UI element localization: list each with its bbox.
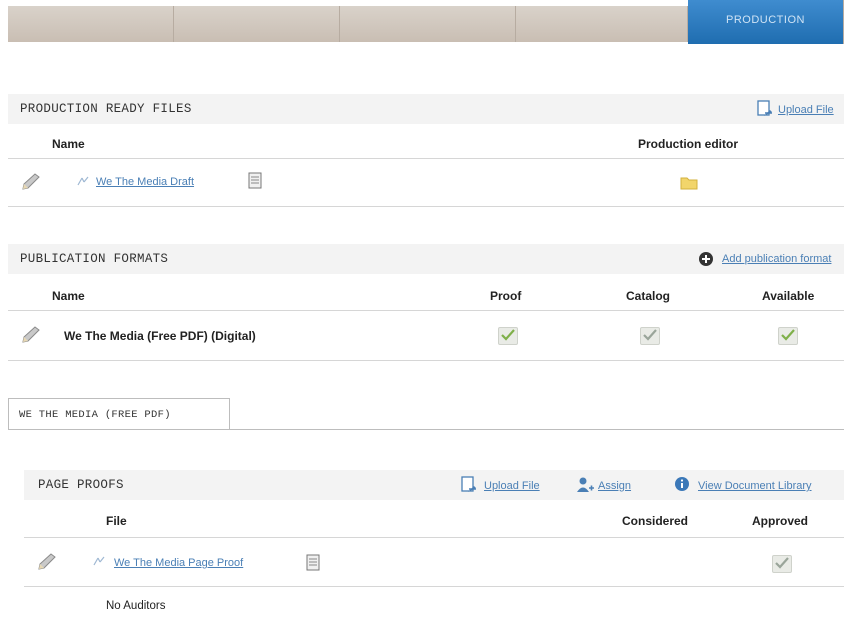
divider — [24, 537, 844, 538]
divider — [8, 206, 844, 207]
notes-icon[interactable] — [306, 554, 320, 576]
column-approved: Approved — [752, 514, 809, 528]
upload-file-link[interactable]: Upload File — [778, 104, 834, 116]
divider — [8, 158, 844, 159]
upload-file-icon[interactable] — [756, 100, 774, 123]
divider — [8, 360, 844, 361]
file-type-icon — [92, 555, 108, 574]
catalog-checkbox[interactable] — [640, 327, 660, 345]
tab-production[interactable]: PRODUCTION — [688, 0, 844, 44]
divider — [24, 586, 844, 587]
section-title: PRODUCTION READY FILES — [20, 102, 192, 116]
file-type-icon — [76, 175, 92, 194]
file-link-we-the-media-draft[interactable]: We The Media Draft — [96, 176, 194, 188]
format-tab-we-the-media-free-pdf[interactable]: WE THE MEDIA (FREE PDF) — [8, 398, 230, 430]
publication-format-name: We The Media (Free PDF) (Digital) — [64, 329, 256, 343]
info-icon[interactable] — [674, 476, 690, 497]
column-name: Name — [52, 137, 85, 151]
column-considered: Considered — [622, 514, 689, 528]
approved-checkbox[interactable] — [772, 555, 792, 573]
tab-3[interactable] — [340, 6, 516, 42]
column-available: Available — [762, 289, 815, 303]
available-checkbox[interactable] — [778, 327, 798, 345]
publication-formats-header: PUBLICATION FORMATS Add publication form… — [8, 244, 844, 274]
section-title: PUBLICATION FORMATS — [20, 252, 169, 266]
file-link-we-the-media-page-proof[interactable]: We The Media Page Proof — [114, 557, 243, 569]
assign-user-icon[interactable] — [576, 476, 594, 499]
edit-pencil-icon[interactable] — [20, 172, 42, 197]
column-production-editor: Production editor — [638, 137, 738, 151]
notes-icon[interactable] — [248, 172, 262, 194]
production-ready-files-header: PRODUCTION READY FILES Upload File — [8, 94, 844, 124]
assign-link[interactable]: Assign — [598, 480, 631, 492]
add-publication-format-link[interactable]: Add publication format — [722, 253, 831, 265]
section-title: PAGE PROOFS — [38, 478, 124, 492]
page-proofs-header: PAGE PROOFS Upload File Assign View Docu… — [24, 470, 844, 500]
edit-pencil-icon[interactable] — [20, 325, 42, 350]
column-catalog: Catalog — [626, 289, 671, 303]
format-tab-label: WE THE MEDIA (FREE PDF) — [19, 409, 171, 421]
divider — [8, 429, 844, 430]
upload-file-link[interactable]: Upload File — [484, 480, 540, 492]
upload-file-icon[interactable] — [460, 476, 478, 499]
divider — [8, 310, 844, 311]
top-tab-bar: PRODUCTION — [0, 0, 844, 44]
column-file: File — [106, 514, 127, 528]
view-document-library-link[interactable]: View Document Library — [698, 480, 812, 492]
add-circle-icon[interactable] — [698, 251, 714, 272]
edit-pencil-icon[interactable] — [36, 552, 58, 577]
no-auditors-text: No Auditors — [106, 600, 166, 612]
proof-checkbox[interactable] — [498, 327, 518, 345]
column-proof: Proof — [490, 289, 522, 303]
tab-2[interactable] — [174, 6, 340, 42]
column-name: Name — [52, 289, 85, 303]
tab-1[interactable] — [8, 6, 174, 42]
folder-icon[interactable] — [680, 174, 698, 195]
tab-4[interactable] — [516, 6, 688, 42]
